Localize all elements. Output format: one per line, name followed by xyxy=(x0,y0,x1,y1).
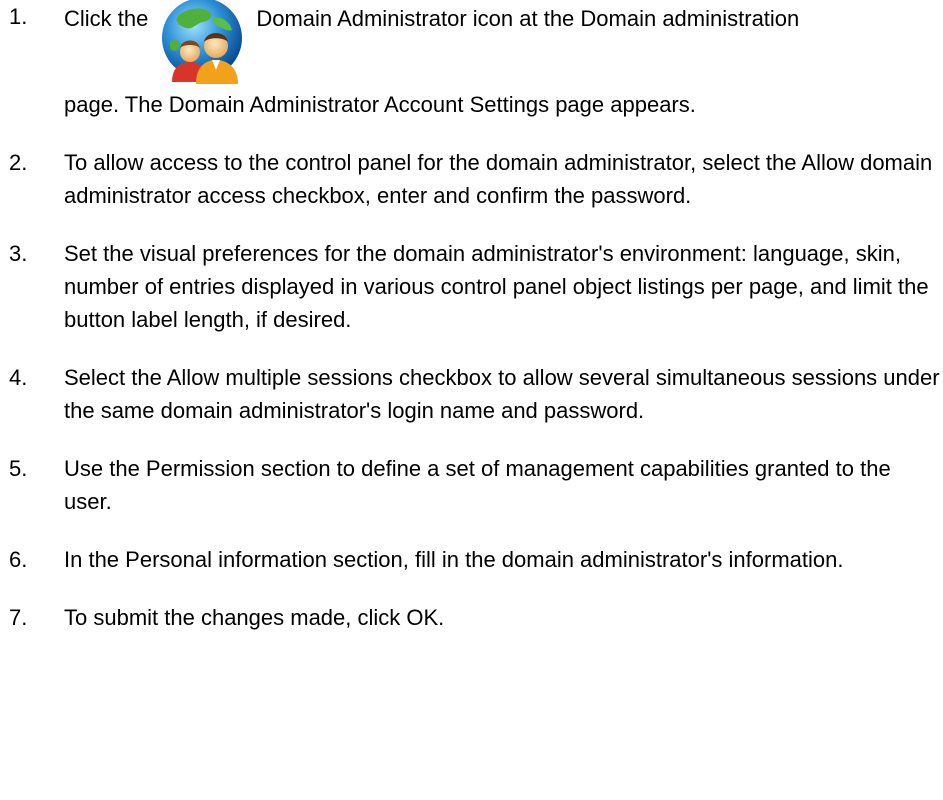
step-number: 3. xyxy=(9,241,28,266)
step-text: Use the Permission section to define a s… xyxy=(64,456,891,514)
step-number: 4. xyxy=(9,365,28,390)
step-6: 6. In the Personal information section, … xyxy=(0,543,943,576)
step-text: In the Personal information section, fil… xyxy=(64,547,844,572)
step-text: To allow access to the control panel for… xyxy=(64,150,933,208)
step-number: 5. xyxy=(9,456,28,481)
domain-administrator-icon xyxy=(162,0,243,84)
step-1-first-line: Click the Domain Administrator icon at t… xyxy=(64,0,943,84)
step-3: 3. Set the visual preferences for the do… xyxy=(0,237,943,336)
step-text: Set the visual preferences for the domai… xyxy=(64,241,929,332)
step-7: 7. To submit the changes made, click OK. xyxy=(0,601,943,634)
step-4: 4. Select the Allow multiple sessions ch… xyxy=(0,361,943,427)
step-number: 1. xyxy=(9,4,28,29)
step-text-before-icon: Click the xyxy=(64,6,149,31)
step-number: 2. xyxy=(9,150,28,175)
step-text-continued: page. The Domain Administrator Account S… xyxy=(64,92,696,117)
steps-list: 1. Click the Domain Administrator icon a… xyxy=(0,0,943,634)
step-text: Select the Allow multiple sessions check… xyxy=(64,365,940,423)
step-number: 7. xyxy=(9,605,28,630)
step-2: 2. To allow access to the control panel … xyxy=(0,146,943,212)
instructions-page: 1. Click the Domain Administrator icon a… xyxy=(0,0,943,800)
step-1: 1. Click the Domain Administrator icon a… xyxy=(0,0,943,121)
step-5: 5. Use the Permission section to define … xyxy=(0,452,943,518)
step-text-after-icon: Domain Administrator icon at the Domain … xyxy=(256,6,800,31)
step-number: 6. xyxy=(9,547,28,572)
step-text: To submit the changes made, click OK. xyxy=(64,605,445,630)
